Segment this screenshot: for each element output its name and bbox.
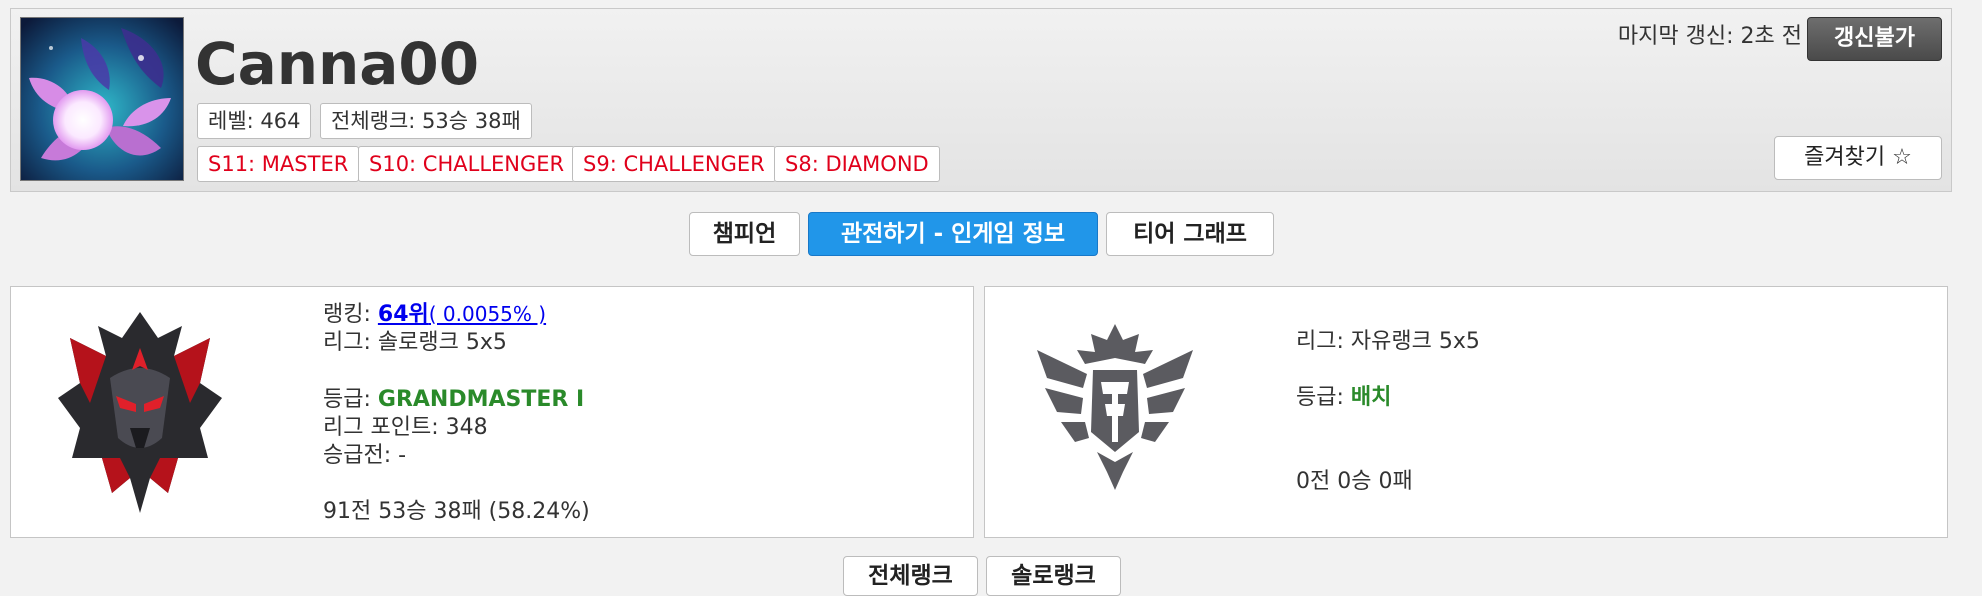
flex-tier-label: 등급: — [1296, 385, 1351, 410]
tab-total-rank[interactable]: 전체랭크 — [843, 556, 978, 596]
favorite-button[interactable]: 즐겨찾기 ☆ — [1774, 136, 1942, 180]
tab-solo-rank[interactable]: 솔로랭크 — [986, 556, 1121, 596]
player-name: Canna00 — [195, 30, 480, 98]
solo-league-points: 리그 포인트: 348 — [323, 415, 488, 440]
flex-tier-value: 배치 — [1350, 385, 1392, 410]
solo-tier: 등급: GRANDMASTER I — [323, 386, 584, 414]
last-update-text: 마지막 갱신: 2초 전 — [1617, 24, 1802, 49]
solo-league: 리그: 솔로랭크 5x5 — [323, 330, 507, 355]
tab-spectate-ingame[interactable]: 관전하기 - 인게임 정보 — [808, 212, 1098, 256]
ranking-link[interactable]: 64위( 0.0055% ) — [378, 302, 546, 327]
unranked-emblem — [1035, 322, 1195, 492]
solo-ranking: 랭킹: 64위( 0.0055% ) — [323, 300, 546, 329]
level-badge: 레벨: 464 — [197, 103, 312, 139]
refresh-button[interactable]: 갱신불가 — [1807, 17, 1942, 61]
total-rank-badge: 전체랭크: 53승 38패 — [320, 103, 532, 139]
flex-league: 리그: 자유랭크 5x5 — [1296, 329, 1480, 354]
ranking-place: 64위 — [377, 302, 429, 327]
solo-record: 91전 53승 38패 (58.24%) — [323, 499, 590, 524]
solo-promotion: 승급전: - — [323, 443, 407, 468]
tier-value: GRANDMASTER I — [377, 387, 585, 412]
tab-tier-graph[interactable]: 티어 그래프 — [1106, 212, 1274, 256]
tier-label: 등급: — [323, 387, 378, 412]
profile-icon — [20, 17, 184, 181]
season-badge-s8: S8: DIAMOND — [774, 146, 940, 182]
season-badge-s9: S9: CHALLENGER — [572, 146, 776, 182]
season-badge-s11: S11: MASTER — [197, 146, 360, 182]
ranking-label: 랭킹: — [323, 302, 378, 327]
flex-tier: 등급: 배치 — [1296, 384, 1391, 412]
season-badge-s10: S10: CHALLENGER — [358, 146, 576, 182]
tab-champion[interactable]: 챔피언 — [689, 212, 800, 256]
flex-record: 0전 0승 0패 — [1296, 469, 1413, 494]
ranking-percent: ( 0.0055% ) — [428, 302, 547, 326]
grandmaster-emblem — [50, 308, 230, 518]
